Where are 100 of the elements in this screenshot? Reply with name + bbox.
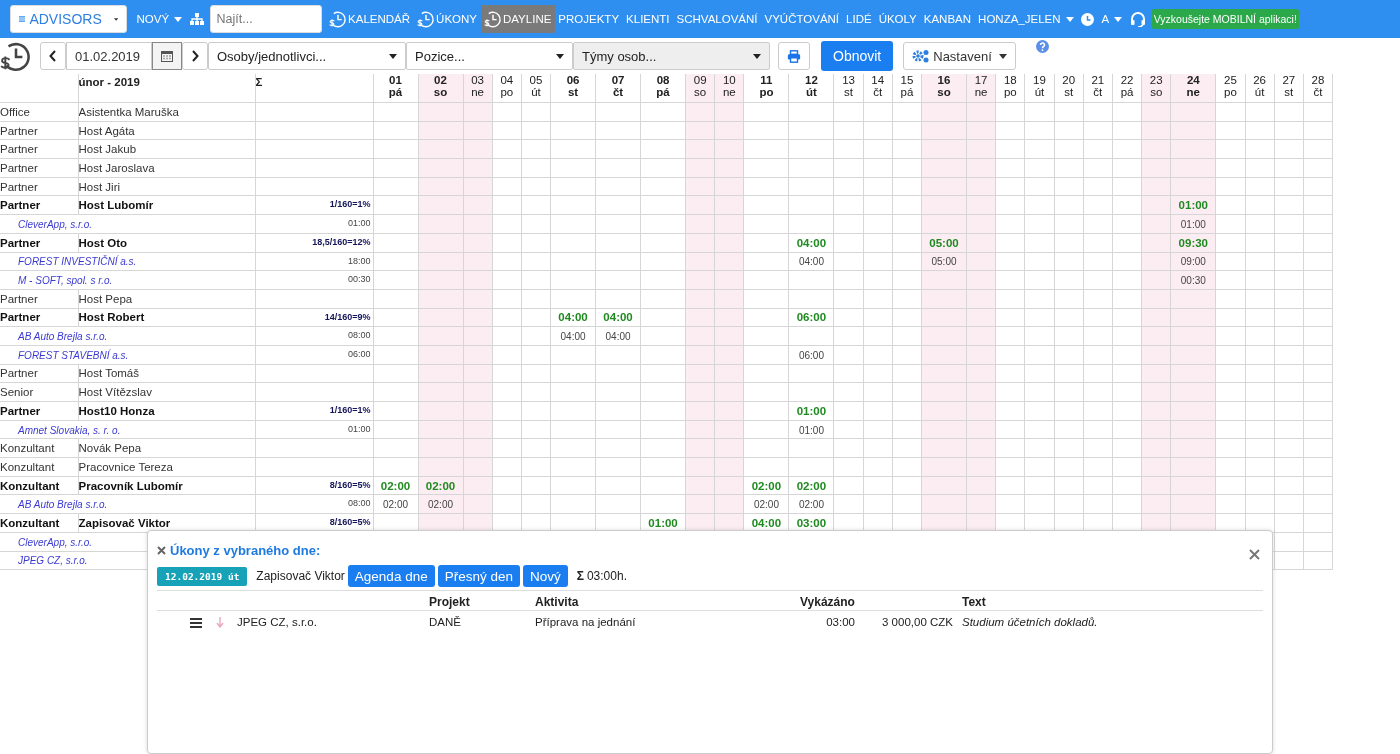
select-field[interactable]: Osoby/jednotlivci...	[208, 42, 406, 70]
select-field[interactable]: Pozice...	[406, 42, 573, 70]
day-number: 08	[655, 74, 671, 86]
day-name: po	[1002, 86, 1018, 98]
day-number: 06	[565, 74, 581, 86]
position-label: Partner	[0, 404, 41, 417]
client-total: 08:00	[347, 498, 371, 509]
clock-dollar-icon	[417, 10, 436, 28]
panel-title: Úkony z vybraného dne:	[157, 543, 321, 558]
day-number: 20	[1061, 74, 1077, 86]
day-number: 05	[528, 74, 544, 86]
position-label: Konzultant	[0, 442, 55, 455]
clock-icon	[1081, 12, 1094, 26]
app-menu-button[interactable]: ADVISORS	[10, 5, 127, 33]
sum-sign: Σ	[576, 569, 584, 583]
workload-summary: 18,5/160=12%	[312, 236, 371, 247]
table-cell: Studium účetních dokladů.	[962, 616, 1098, 628]
day-name: čt	[1312, 86, 1324, 98]
action-button[interactable]: Nový	[522, 565, 568, 587]
nav-link[interactable]: DAYLINE	[480, 5, 555, 33]
day-number: 19	[1032, 74, 1047, 86]
sitemap-icon	[189, 13, 204, 25]
caret-icon	[998, 53, 1007, 59]
client-name[interactable]: CleverApp, s.r.o.	[18, 218, 93, 230]
day-name: ne	[721, 86, 737, 98]
workload-summary: 1/160=1%	[329, 405, 371, 415]
client-name[interactable]: CleverApp, s.r.o.	[18, 536, 93, 548]
position-label: Partner	[0, 124, 38, 137]
date-field[interactable]: 01.02.2019	[66, 42, 152, 70]
day-number: 18	[1002, 74, 1018, 86]
day-name: po	[499, 86, 515, 98]
day-number: 15	[899, 74, 915, 86]
day-name: ne	[973, 86, 989, 98]
column-header: Vykázáno	[800, 595, 855, 609]
day-name: út	[530, 86, 542, 98]
help-icon	[1035, 39, 1049, 53]
day-number: 11	[759, 74, 774, 86]
client-total: 01:00	[347, 218, 371, 229]
table-cell: 3 000,00 CZK	[882, 616, 953, 628]
previous-button[interactable]	[40, 42, 66, 70]
date-badge: 12.02.2019 út	[157, 566, 248, 586]
settings-dropdown[interactable]: Nastavení	[903, 42, 1016, 70]
person-name[interactable]: Host Pepa	[79, 292, 133, 305]
next-button[interactable]	[182, 42, 208, 70]
workload-summary: 14/160=9%	[324, 311, 371, 322]
refresh-button[interactable]: Obnovit	[821, 41, 894, 71]
day-name: čt	[611, 86, 625, 98]
search-field[interactable]: Najít...	[209, 5, 322, 33]
close-icon	[1249, 549, 1260, 560]
day-name: pá	[1119, 86, 1135, 98]
day-name: po	[758, 86, 775, 98]
day-name: st	[566, 86, 580, 98]
caret-icon	[113, 16, 118, 22]
position-label: Office	[0, 105, 30, 118]
person-name[interactable]: Host Jiri	[79, 180, 121, 193]
gears-icon	[912, 49, 931, 63]
chevron-right-icon	[191, 50, 199, 62]
position-label: Partner	[0, 292, 38, 305]
workload-summary: 8/160=5%	[329, 479, 371, 490]
menu-icon	[190, 617, 202, 628]
day-name: so	[1149, 86, 1164, 98]
caret-icon	[389, 53, 397, 59]
table-cell: JPEG CZ, s.r.o.	[237, 616, 317, 628]
day-number: 09	[692, 74, 708, 86]
day-name: čt	[872, 86, 884, 98]
person-name[interactable]: Host Oto	[79, 236, 128, 249]
client-name[interactable]: JPEG CZ, s.r.o.	[18, 555, 88, 567]
day-name: so	[936, 86, 952, 98]
client-total: 08:00	[347, 330, 371, 341]
client-total: 06:00	[347, 348, 371, 359]
day-name: út	[805, 86, 818, 98]
close-button[interactable]	[1247, 547, 1262, 562]
print-button[interactable]	[778, 42, 810, 70]
day-number: 13	[841, 74, 856, 86]
close-icon	[157, 546, 166, 555]
column-header: Aktivita	[535, 595, 579, 609]
clock-dollar-icon	[0, 40, 32, 72]
day-name: pá	[387, 86, 404, 98]
day-name: so	[693, 86, 708, 98]
workload-summary: 8/160=5%	[329, 517, 371, 528]
headset-icon	[1129, 11, 1146, 27]
column-header: Text	[962, 595, 986, 609]
workload-summary: 1/160=1%	[329, 199, 371, 210]
position-label: Partner	[0, 311, 41, 324]
action-button[interactable]: Agenda dne	[347, 565, 435, 587]
position-label: Partner	[0, 236, 41, 249]
position-label: Senior	[0, 386, 34, 399]
action-button[interactable]: Přesný den	[437, 565, 520, 587]
caret-icon	[1114, 16, 1123, 22]
day-number: 24	[1185, 74, 1201, 86]
client-total: 00:30	[347, 274, 371, 285]
day-name: po	[1223, 86, 1238, 98]
day-name: st	[1063, 86, 1075, 98]
day-number: 02	[433, 74, 448, 86]
person-name: Zapisovač Viktor	[256, 569, 345, 583]
calendar-button[interactable]	[152, 42, 182, 70]
clock-dollar-icon	[484, 10, 502, 28]
day-name: st	[1283, 86, 1295, 98]
position-label: Partner	[0, 161, 38, 174]
chevron-left-icon	[49, 50, 57, 62]
